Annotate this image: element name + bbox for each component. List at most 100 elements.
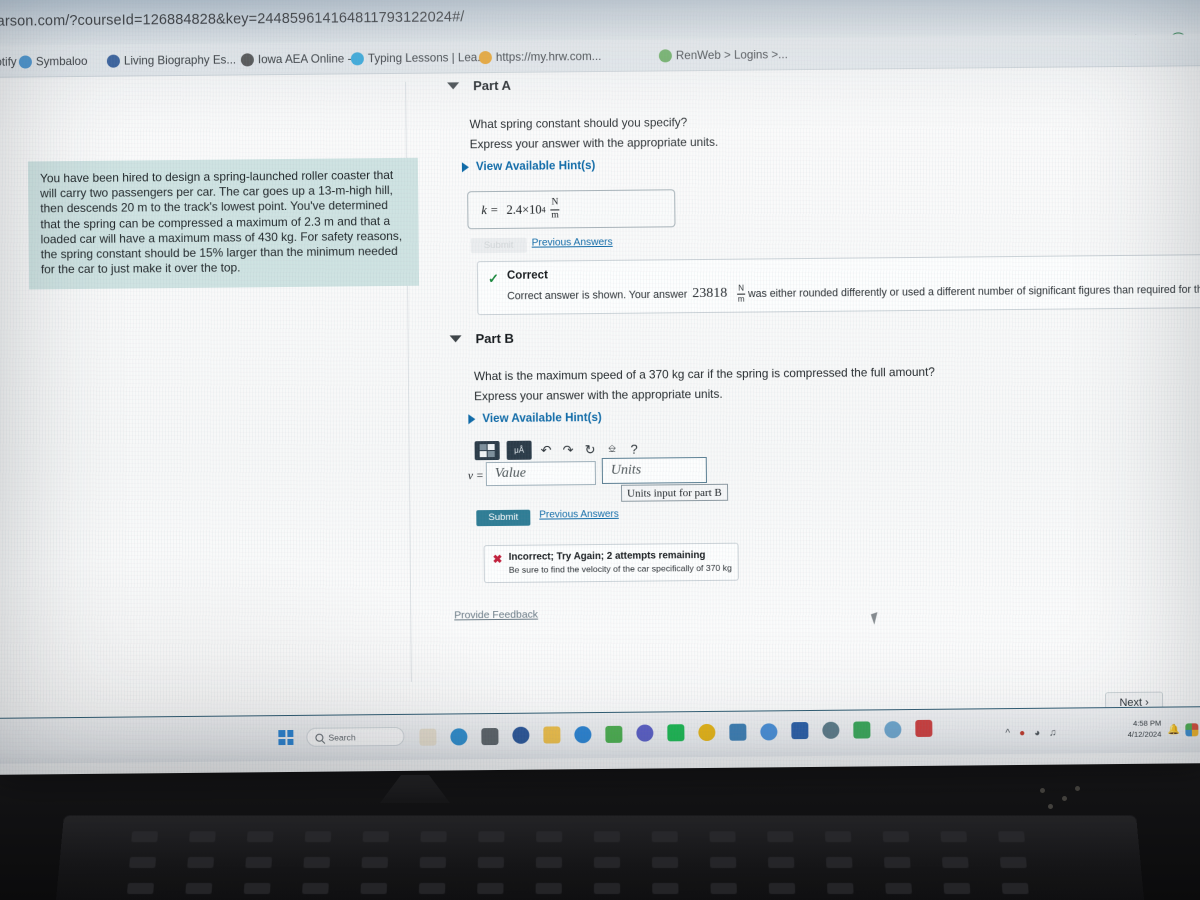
- bell-icon[interactable]: 🔔: [1167, 724, 1180, 735]
- units-tooltip: Units input for part B: [620, 483, 728, 502]
- part-a-submit-button[interactable]: Submit: [470, 237, 527, 254]
- part-a-question: What spring constant should you specify?: [469, 115, 688, 132]
- keyboard-key: [941, 857, 969, 868]
- keyboard-key: [652, 882, 679, 895]
- part-a-header[interactable]: Part A: [447, 78, 511, 94]
- keyboard-icon[interactable]: ⎒: [605, 441, 620, 458]
- part-b-submit-button[interactable]: Submit: [476, 509, 531, 527]
- bookmark-3[interactable]: Iowa AEA Online -...: [240, 49, 362, 68]
- bookmark-favicon-icon: [350, 51, 364, 65]
- template-grid-icon: [479, 444, 495, 458]
- word-icon[interactable]: [512, 726, 530, 744]
- reset-icon[interactable]: ↻: [583, 441, 598, 458]
- earth-icon[interactable]: [822, 721, 840, 739]
- tray-app-icon[interactable]: [1185, 723, 1199, 737]
- bookmark-1[interactable]: Symbaloo: [18, 52, 88, 71]
- page-content: You have been hired to design a spring-l…: [0, 66, 1200, 718]
- collapse-caret-icon[interactable]: [447, 82, 460, 90]
- paint-icon[interactable]: [419, 728, 437, 746]
- problem-statement: You have been hired to design a spring-l…: [27, 157, 420, 290]
- chrome-icon[interactable]: [605, 725, 623, 743]
- part-b-answer-symbol: v =: [467, 470, 484, 483]
- units-placeholder: Units: [610, 462, 642, 478]
- acrobat-icon[interactable]: [760, 723, 778, 741]
- part-a-answer-field[interactable]: k = 2.4×10 4 N m: [467, 189, 676, 230]
- bookmark-5[interactable]: https://my.hrw.com...: [478, 47, 602, 66]
- undo-icon[interactable]: ↶: [539, 441, 554, 458]
- provide-feedback-link[interactable]: Provide Feedback: [454, 610, 538, 622]
- photos-icon[interactable]: [574, 726, 592, 744]
- part-a-hint-toggle[interactable]: View Available Hint(s): [461, 159, 596, 174]
- value-placeholder: Value: [494, 465, 527, 482]
- search-placeholder: Search: [328, 731, 356, 743]
- keyboard-key: [361, 857, 389, 868]
- keyboard-key: [535, 857, 563, 868]
- mail-icon[interactable]: [853, 721, 871, 739]
- math-template-icon[interactable]: [474, 440, 500, 461]
- keyboard-key: [940, 831, 968, 843]
- incorrect-status-label: Incorrect; Try Again; 2 attempts remaini…: [508, 549, 706, 563]
- keyboard-key: [999, 857, 1027, 868]
- correct-shown-unit: N m: [737, 284, 746, 304]
- unit-denominator: m: [551, 209, 559, 220]
- keyboard-key: [710, 882, 737, 895]
- volume-icon[interactable]: ♫: [1049, 727, 1057, 738]
- keyboard-key: [360, 882, 388, 895]
- rewind-icon[interactable]: [729, 723, 747, 741]
- imdb-icon[interactable]: [698, 723, 716, 742]
- part-a-instruction: Express your answer with the appropriate…: [469, 134, 719, 152]
- windows-start-icon[interactable]: [278, 729, 294, 746]
- file-explorer-icon[interactable]: [481, 727, 499, 746]
- part-a-feedback-correct: ✓ Correct Correct answer is shown. Your …: [476, 254, 1200, 316]
- part-b-header[interactable]: Part B: [449, 331, 514, 347]
- redo-icon[interactable]: ↷: [561, 441, 576, 458]
- keyboard-key: [418, 882, 446, 895]
- opera-icon[interactable]: [915, 719, 933, 737]
- monitor-photo: earson.com/?courseId=126884828&key=24485…: [0, 0, 1200, 900]
- keyboard-key: [477, 882, 504, 895]
- units-input[interactable]: Units: [601, 456, 707, 484]
- bookmark-label: RenWeb > Logins >...: [675, 47, 788, 62]
- clock-time: 4:58 PM: [1132, 718, 1162, 728]
- bookmark-2[interactable]: Living Biography Es...: [106, 50, 236, 69]
- address-bar[interactable]: earson.com/?courseId=126884828&key=24485…: [0, 0, 1200, 34]
- bookmark-4[interactable]: Typing Lessons | Lea...: [350, 48, 487, 67]
- correct-body-prefix: Correct answer is shown. Your answer: [507, 288, 688, 303]
- expand-triangle-icon: [468, 413, 476, 424]
- bookmark-favicon-icon: [658, 48, 672, 62]
- shield-icon[interactable]: ●: [1019, 727, 1025, 738]
- part-a-previous-answers-link[interactable]: Previous Answers: [532, 237, 613, 249]
- edge-icon[interactable]: [450, 728, 468, 746]
- correct-feedback-body: Correct answer is shown. Your answer 238…: [507, 280, 1200, 306]
- desk-speckle: [1040, 788, 1045, 793]
- keyboard-key: [651, 857, 679, 868]
- teams-icon[interactable]: [636, 724, 654, 742]
- part-a-answer-symbol: k =: [481, 202, 499, 217]
- taskbar-search[interactable]: Search: [306, 726, 405, 747]
- bookmark-0[interactable]: potify: [0, 53, 17, 71]
- spotify-icon[interactable]: [667, 724, 685, 742]
- part-a-hint-label: View Available Hint(s): [475, 159, 596, 174]
- keyboard-key: [1001, 882, 1029, 895]
- keyboard-key: [243, 882, 271, 895]
- part-b-hint-toggle[interactable]: View Available Hint(s): [468, 411, 602, 425]
- bookmark-label: potify: [0, 55, 17, 69]
- monitor-screen: earson.com/?courseId=126884828&key=24485…: [0, 0, 1200, 775]
- help-icon[interactable]: ?: [627, 441, 642, 458]
- settings-icon[interactable]: [884, 721, 902, 739]
- keyboard-key: [419, 857, 447, 868]
- units-button[interactable]: μÅ: [506, 440, 532, 460]
- lastpass-icon[interactable]: [791, 722, 809, 740]
- folder-icon[interactable]: [543, 726, 561, 744]
- tray-chevron-icon[interactable]: ^: [1005, 728, 1010, 739]
- collapse-caret-icon[interactable]: [449, 335, 462, 343]
- part-b-previous-answers-link[interactable]: Previous Answers: [539, 509, 619, 521]
- bookmark-label: Iowa AEA Online -...: [257, 51, 362, 66]
- keyboard-key: [998, 831, 1025, 843]
- bookmark-6[interactable]: RenWeb > Logins >...: [658, 45, 788, 64]
- x-icon: ✖: [492, 553, 503, 567]
- taskbar-clock[interactable]: 4:58 PM 4/12/2024: [1107, 718, 1162, 741]
- keyboard-key: [535, 882, 562, 895]
- wifi-icon[interactable]: ◕: [1034, 727, 1040, 738]
- value-input[interactable]: Value: [485, 461, 596, 487]
